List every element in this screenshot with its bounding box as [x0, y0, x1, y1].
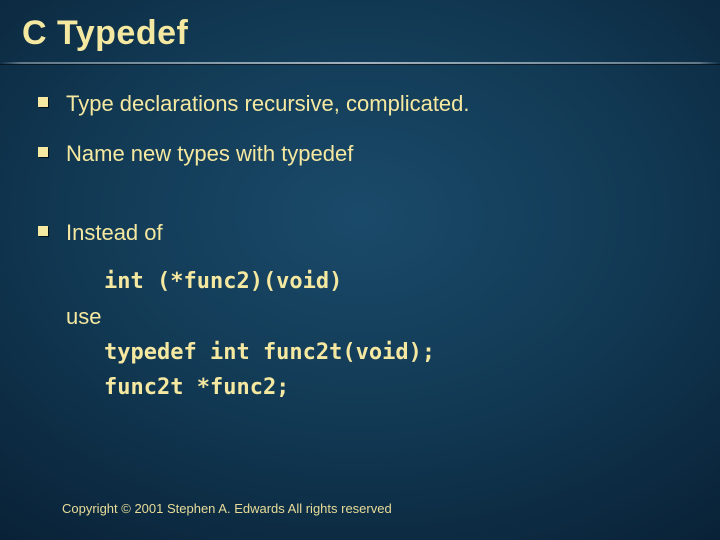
slide: C Typedef Type declarations recursive, c…: [0, 0, 720, 540]
bullet-item: Name new types with typedef: [38, 140, 690, 168]
slide-content: Type declarations recursive, complicated…: [38, 90, 690, 410]
code-line: typedef int func2t(void);: [104, 340, 690, 365]
bullet-text: Instead of: [66, 219, 163, 247]
slide-title: C Typedef: [22, 14, 188, 53]
square-bullet-icon: [38, 147, 48, 157]
spacer: [38, 189, 690, 219]
square-bullet-icon: [38, 226, 48, 236]
title-divider: [0, 62, 720, 64]
bullet-text: Name new types with typedef: [66, 140, 353, 168]
bullet-item: Instead of: [38, 219, 690, 247]
code-line: int (*func2)(void): [104, 269, 690, 294]
bullet-item: Type declarations recursive, complicated…: [38, 90, 690, 118]
copyright-text: Copyright © 2001 Stephen A. Edwards All …: [62, 501, 392, 516]
code-line: func2t *func2;: [104, 375, 690, 400]
body-text: use: [66, 304, 690, 330]
bullet-text: Type declarations recursive, complicated…: [66, 90, 470, 118]
square-bullet-icon: [38, 97, 48, 107]
